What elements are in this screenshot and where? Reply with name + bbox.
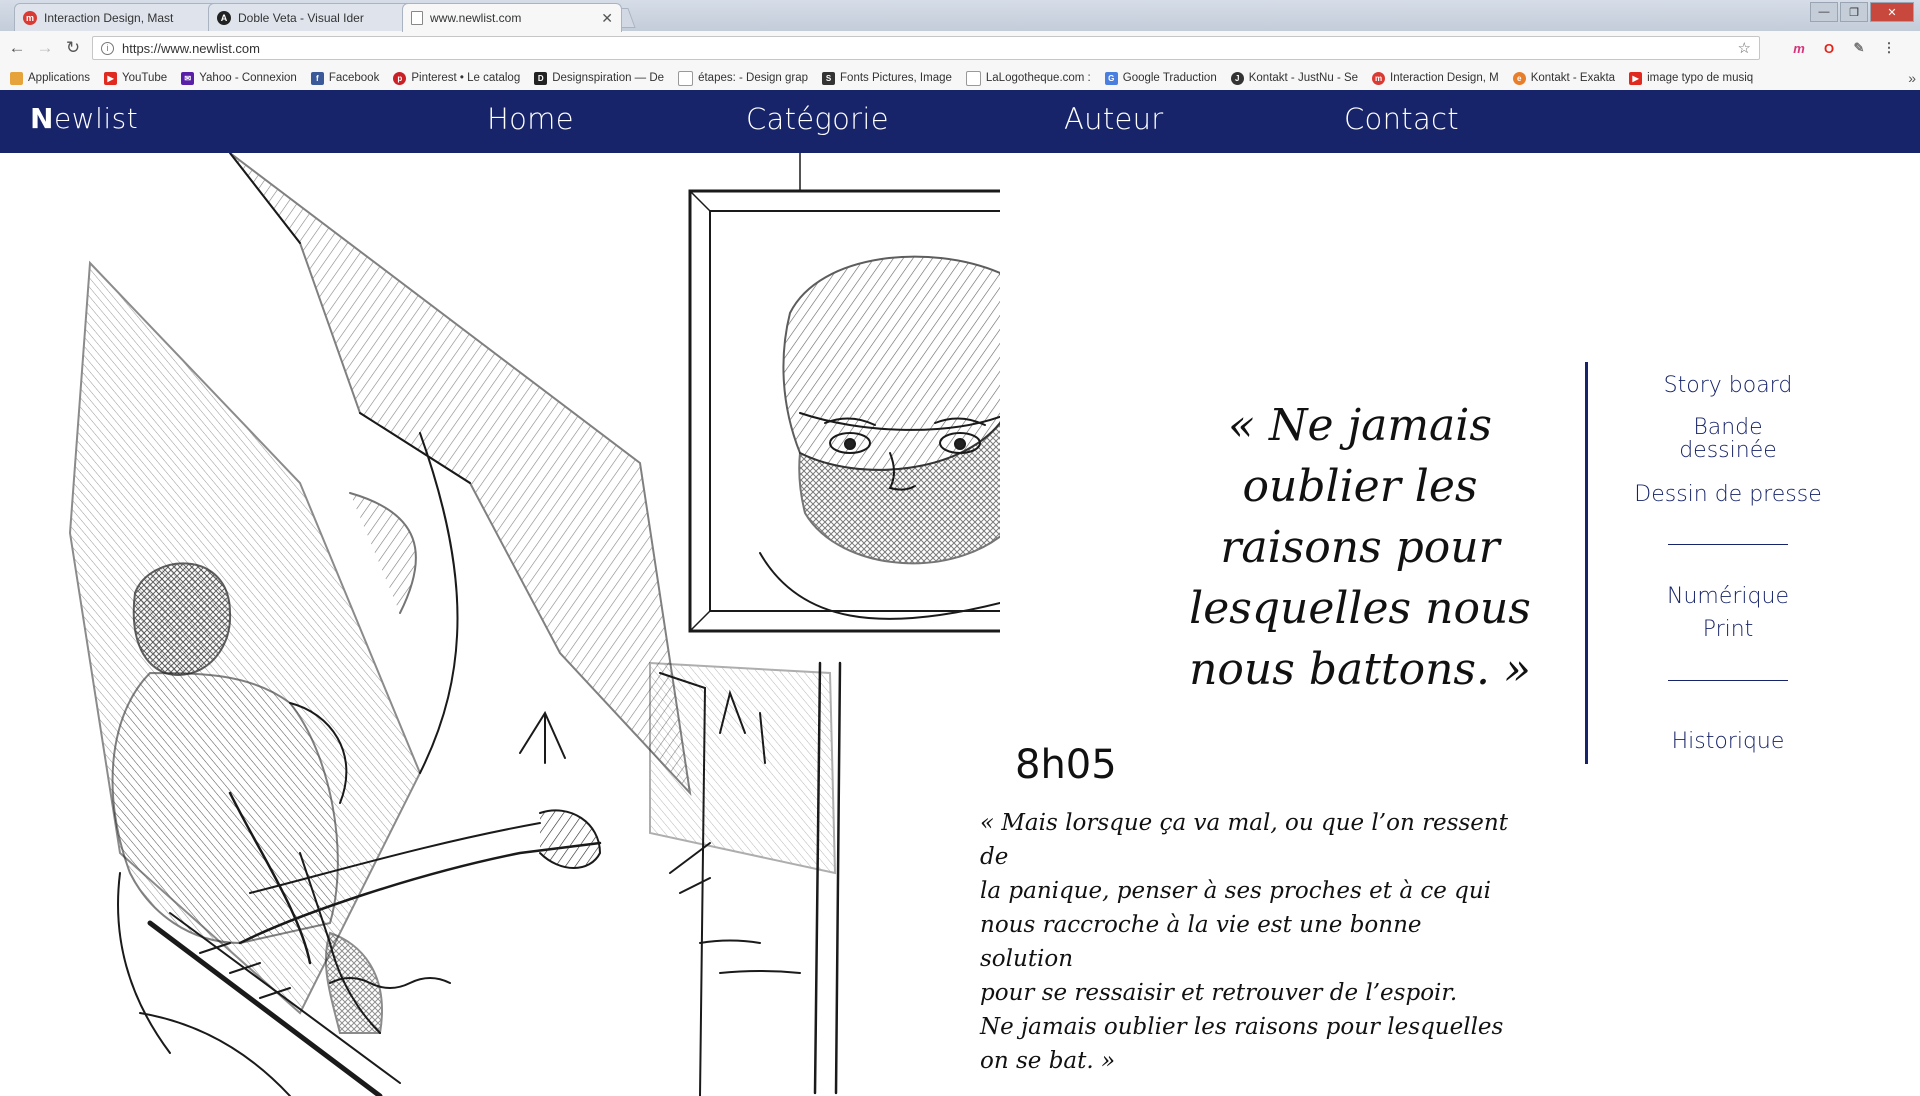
bookmark-label: image typo de musiq [1647, 72, 1754, 84]
opera-icon[interactable]: O [1820, 39, 1838, 57]
extensions-bar: m O ✎ ⋮ [1790, 39, 1898, 57]
more-bookmarks-icon[interactable]: » [1908, 70, 1916, 86]
tab-close-icon[interactable]: ✕ [601, 10, 613, 27]
bookmark-label: Kontakt - JustNu - Se [1248, 72, 1359, 84]
browser-tab-active[interactable]: www.newlist.com ✕ [402, 3, 622, 32]
interaction-design-icon: m [1372, 71, 1386, 85]
extension-m-icon[interactable]: m [1790, 39, 1808, 57]
browser-toolbar: ← → ↻ i https://www.newlist.com ☆ m O ✎ … [0, 31, 1920, 67]
youtube-icon: ▶ [104, 71, 118, 85]
bookmark-label: Fonts Pictures, Image [840, 72, 952, 84]
bookmark-item[interactable]: ▶ image typo de musiq [1629, 71, 1754, 85]
bookmark-item[interactable]: ✉ Yahoo - Connexion [181, 71, 297, 85]
sketch-illustration [68, 153, 1000, 1096]
category-historique[interactable]: Historique [1620, 730, 1836, 753]
browser-tab[interactable]: m Interaction Design, Mast ✕ [14, 3, 234, 31]
quote-line: nous raccroche à la vie est une bonne so… [980, 912, 1422, 972]
logo-initial: N [30, 102, 54, 135]
bookmark-item[interactable]: m Interaction Design, M [1372, 71, 1499, 85]
back-icon[interactable]: ← [6, 37, 28, 59]
maximize-icon[interactable]: ❐ [1840, 2, 1868, 22]
browser-tab[interactable]: A Doble Veta - Visual Ider ✕ [208, 3, 428, 31]
tab-title: Doble Veta - Visual Ider [238, 10, 364, 25]
yahoo-mail-icon: ✉ [181, 71, 195, 85]
sidebar-separator [1668, 680, 1788, 681]
bookmark-item[interactable]: D Designspiration — De [534, 71, 665, 85]
sidebar-separator [1668, 544, 1788, 545]
page-icon [965, 70, 981, 86]
nav-home[interactable]: Home [487, 102, 574, 136]
pinterest-icon: p [393, 71, 407, 85]
category-print[interactable]: Print [1620, 618, 1836, 641]
close-window-icon[interactable]: ✕ [1870, 2, 1914, 22]
category-numerique[interactable]: Numérique [1620, 585, 1836, 608]
youtube-icon: ▶ [1629, 71, 1643, 85]
quote-line: Ne jamais oublier les raisons pour lesqu… [980, 1014, 1504, 1040]
bookmark-label: étapes: - Design grap [698, 72, 809, 84]
bookmark-item[interactable]: J Kontakt - JustNu - Se [1230, 71, 1359, 85]
tab-favicon-icon: m [23, 10, 37, 25]
bookmark-label: YouTube [122, 72, 168, 84]
forward-icon[interactable]: → [34, 37, 56, 59]
apps-grid-icon [10, 71, 23, 85]
bookmark-label: Kontakt - Exakta [1530, 72, 1616, 84]
bookmark-label: Google Traduction [1122, 72, 1217, 84]
bookmark-label: Yahoo - Connexion [199, 72, 297, 84]
quote-line: « Mais lorsque ça va mal, ou que l’on re… [980, 810, 1508, 870]
page-icon [678, 70, 694, 86]
designspiration-icon: D [534, 71, 548, 85]
bookmark-label: Interaction Design, M [1390, 72, 1499, 84]
bookmark-label: Pinterest • Le catalog [411, 72, 521, 84]
facebook-icon: f [310, 71, 324, 85]
bookmark-label: Designspiration — De [552, 72, 665, 84]
sidebar-divider [1585, 362, 1588, 764]
category-bande-dessinee[interactable]: Bande dessinée [1648, 416, 1808, 462]
fonts-site-icon: S [822, 71, 836, 85]
nav-auteur[interactable]: Auteur [1064, 102, 1164, 136]
tab-title: Interaction Design, Mast [44, 10, 174, 25]
quote-text: « Mais lorsque ça va mal, ou que l’on re… [980, 806, 1520, 1078]
bookmark-item[interactable]: ▶ YouTube [104, 71, 168, 85]
exakta-icon: e [1512, 71, 1526, 85]
bookmark-label: Applications [28, 72, 91, 84]
reload-icon[interactable]: ↻ [62, 37, 84, 59]
browser-tab-strip: m Interaction Design, Mast ✕ A Doble Vet… [0, 0, 1920, 32]
window-controls: — ❐ ✕ [1810, 2, 1914, 22]
minimize-icon[interactable]: — [1810, 2, 1838, 22]
bookmark-label: Facebook [328, 72, 380, 84]
bookmark-item[interactable]: p Pinterest • Le catalog [393, 71, 521, 85]
logo-rest: ewlist [53, 102, 139, 135]
quote-line: on se bat. » [980, 1048, 1116, 1074]
bookmark-item[interactable]: G Google Traduction [1104, 71, 1217, 85]
bookmark-item[interactable]: étapes: - Design grap [678, 70, 809, 86]
tab-favicon-icon: A [217, 10, 231, 25]
nav-categorie[interactable]: Catégorie [746, 102, 889, 136]
category-dessin-de-presse[interactable]: Dessin de presse [1620, 483, 1836, 506]
featured-quote: « Ne jamais oublier les raisons pour les… [1189, 400, 1531, 695]
bookmark-item[interactable]: S Fonts Pictures, Image [822, 71, 952, 85]
quote-line: la panique, penser à ses proches et à ce… [980, 878, 1492, 904]
tab-title: www.newlist.com [430, 11, 522, 25]
menu-icon[interactable]: ⋮ [1880, 39, 1898, 57]
bookmark-item[interactable]: e Kontakt - Exakta [1512, 71, 1616, 85]
page-favicon-icon [411, 11, 423, 25]
bookmark-label: LaLogotheque.com : [985, 72, 1091, 84]
timestamp-heading: 8h05 [1015, 742, 1117, 788]
justnu-icon: J [1230, 71, 1244, 85]
category-story-board[interactable]: Story board [1620, 374, 1836, 397]
bookmark-item[interactable]: LaLogotheque.com : [965, 70, 1091, 86]
nav-contact[interactable]: Contact [1344, 102, 1459, 136]
site-logo[interactable]: Newlist [30, 102, 138, 135]
site-header: Newlist Home Catégorie Auteur Contact [0, 90, 1920, 153]
bookmark-item[interactable]: f Facebook [310, 71, 380, 85]
quote-line: pour se ressaisir et retrouver de l’espo… [980, 980, 1458, 1006]
google-translate-icon: G [1104, 71, 1118, 85]
site-info-icon[interactable]: i [101, 41, 114, 55]
bookmark-item[interactable]: Applications [10, 71, 91, 85]
bookmarks-bar: Applications ▶ YouTube ✉ Yahoo - Connexion… [0, 66, 1920, 91]
eyedropper-icon[interactable]: ✎ [1850, 39, 1868, 57]
bookmark-star-icon[interactable]: ☆ [1738, 39, 1751, 57]
address-url[interactable]: https://www.newlist.com [122, 41, 1730, 56]
address-bar[interactable]: i https://www.newlist.com ☆ [92, 36, 1760, 60]
